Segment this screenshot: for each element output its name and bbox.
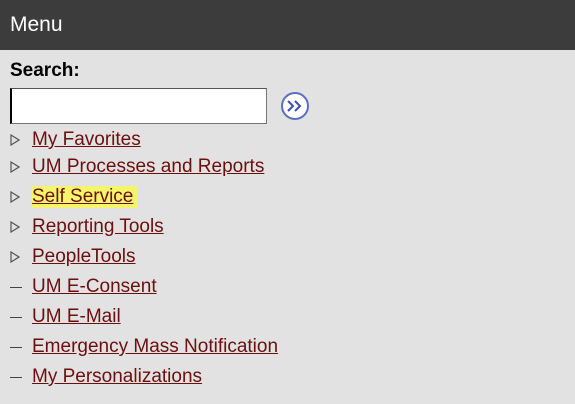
expand-triangle-icon[interactable] — [10, 221, 26, 233]
expand-triangle-icon[interactable] — [10, 161, 26, 173]
menu-link-my-favorites[interactable]: My Favorites — [32, 129, 141, 151]
search-input[interactable] — [10, 88, 267, 124]
menu-item-reporting-tools: Reporting Tools — [10, 212, 575, 242]
expand-triangle-icon[interactable] — [10, 134, 26, 146]
search-row — [10, 86, 575, 126]
expand-triangle-icon[interactable] — [10, 191, 26, 203]
menu-link-my-personalizations[interactable]: My Personalizations — [32, 366, 202, 388]
menu-link-um-processes-and-reports[interactable]: UM Processes and Reports — [32, 156, 264, 178]
dash-icon — [10, 346, 26, 348]
search-go-button[interactable] — [281, 92, 309, 120]
menu-item-emergency-mass-notification: Emergency Mass Notification — [10, 332, 575, 362]
menu-item-um-e-mail: UM E-Mail — [10, 302, 575, 332]
dash-icon — [10, 286, 26, 288]
dash-icon — [10, 316, 26, 318]
menu-item-my-favorites: My Favorites — [10, 128, 575, 152]
menu-item-my-personalizations: My Personalizations — [10, 362, 575, 392]
menu-item-um-e-consent: UM E-Consent — [10, 272, 575, 302]
expand-triangle-icon[interactable] — [10, 251, 26, 263]
menu-link-peopletools[interactable]: PeopleTools — [32, 246, 136, 268]
menu-item-peopletools: PeopleTools — [10, 242, 575, 272]
menu-header: Menu — [0, 0, 575, 50]
menu-title: Menu — [10, 13, 63, 36]
menu-item-self-service: Self Service — [10, 182, 575, 212]
menu-link-self-service[interactable]: Self Service — [32, 186, 138, 208]
search-section: Search: — [0, 50, 575, 126]
menu-item-um-processes-and-reports: UM Processes and Reports — [10, 152, 575, 182]
search-label: Search: — [10, 60, 80, 81]
double-chevron-right-icon — [287, 100, 302, 112]
dash-icon — [10, 376, 26, 378]
menu-panel: Menu Search: My Favorites UM Processes a… — [0, 0, 575, 404]
menu-link-emergency-mass-notification[interactable]: Emergency Mass Notification — [32, 336, 278, 358]
menu-link-um-e-consent[interactable]: UM E-Consent — [32, 276, 157, 298]
menu-list: My Favorites UM Processes and Reports Se… — [0, 128, 575, 392]
menu-link-reporting-tools[interactable]: Reporting Tools — [32, 216, 164, 238]
menu-link-um-e-mail[interactable]: UM E-Mail — [32, 306, 121, 328]
